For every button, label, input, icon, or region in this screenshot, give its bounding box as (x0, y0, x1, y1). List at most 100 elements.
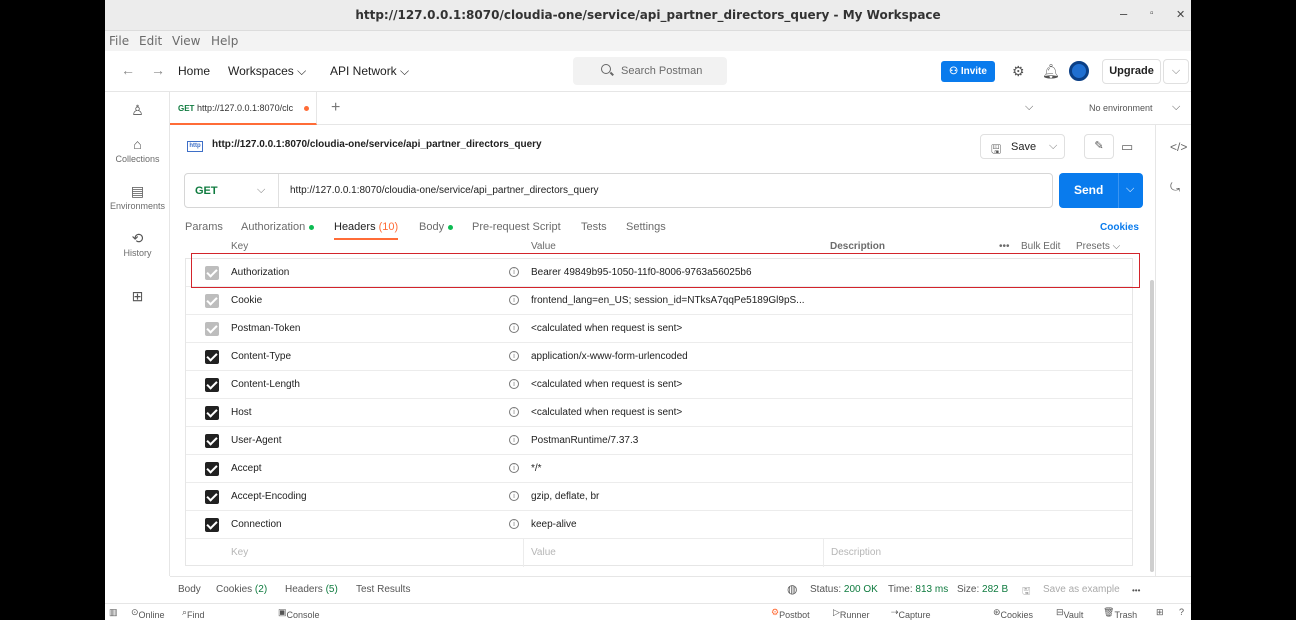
menu-help[interactable]: Help (211, 34, 238, 48)
online-status[interactable]: ⊙ Online (131, 607, 165, 620)
back-arrow-icon[interactable]: ← (121, 62, 135, 78)
invite-button[interactable]: ⚇ Invite (941, 61, 995, 82)
method-chevron-down-icon[interactable]: ⌵ (257, 184, 265, 197)
tabs-chevron-down-icon[interactable]: ⌵ (1025, 101, 1033, 114)
find-replace[interactable]: ⌕ Find and replace (182, 607, 205, 620)
info-icon[interactable]: i (509, 295, 519, 305)
more-options-icon[interactable]: ••• (999, 241, 1010, 252)
cookies-status[interactable]: ⊛ Cookies (993, 607, 1033, 620)
cookies-link[interactable]: Cookies (1100, 222, 1139, 233)
tab-headers[interactable]: Headers (10) (334, 221, 398, 233)
nav-home[interactable]: Home (178, 64, 210, 78)
response-tab-body[interactable]: Body (178, 584, 201, 595)
sidebar-item-environments[interactable]: ▤ Environments (105, 183, 170, 211)
info-icon[interactable]: i (509, 491, 519, 501)
send-button[interactable]: Send ⌵ (1059, 173, 1143, 208)
header-checkbox[interactable] (205, 518, 219, 532)
info-icon[interactable]: i (509, 323, 519, 333)
postbot[interactable]: ⚙ Postbot (771, 607, 810, 620)
header-key[interactable]: Content-Length (231, 379, 300, 390)
request-name[interactable]: http://127.0.0.1:8070/cloudia-one/servic… (212, 139, 542, 150)
menu-file[interactable]: File (109, 34, 129, 48)
header-checkbox[interactable] (205, 350, 219, 364)
response-tab-test-results[interactable]: Test Results (356, 584, 410, 595)
scrollbar[interactable] (1150, 280, 1154, 572)
info-icon[interactable]: i (509, 407, 519, 417)
header-checkbox[interactable] (205, 378, 219, 392)
method-select[interactable]: GET (195, 185, 218, 197)
header-value[interactable]: <calculated when request is sent> (531, 407, 682, 418)
info-icon[interactable]: i (509, 379, 519, 389)
header-key[interactable]: Host (231, 407, 252, 418)
bulk-edit-link[interactable]: Bulk Edit (1021, 241, 1060, 252)
menu-edit[interactable]: Edit (139, 34, 162, 48)
help-icon[interactable]: ? (1179, 607, 1184, 617)
upgrade-button[interactable]: Upgrade (1102, 59, 1161, 84)
save-as-example-button[interactable]: Save as example (1043, 584, 1120, 595)
header-key[interactable]: Connection (231, 519, 282, 530)
header-value[interactable]: application/x-www-form-urlencoded (531, 351, 688, 362)
tab-settings[interactable]: Settings (626, 221, 666, 233)
minimize-button[interactable]: – (1120, 6, 1127, 21)
header-value[interactable]: PostmanRuntime/7.37.3 (531, 435, 638, 446)
response-more-icon[interactable]: ••• (1132, 586, 1140, 595)
forward-arrow-icon[interactable]: → (151, 62, 165, 78)
runner[interactable]: ▷ Runner (833, 607, 869, 620)
vault[interactable]: ⊟ Vault (1056, 607, 1083, 620)
notifications-bell-icon[interactable]: 🔔︎ (1042, 63, 1060, 80)
header-value[interactable]: keep-alive (531, 519, 577, 530)
code-snippet-icon[interactable]: </> (1170, 140, 1187, 154)
sidebar-item-profile[interactable]: ♙ (105, 102, 170, 120)
sidebar-item-history[interactable]: ⟲ History (105, 230, 170, 258)
header-checkbox[interactable] (205, 294, 219, 308)
new-key-input[interactable]: Key (231, 547, 248, 558)
close-button[interactable]: ✕ (1176, 8, 1185, 21)
tab-prerequest-script[interactable]: Pre-request Script (472, 221, 561, 233)
menu-view[interactable]: View (172, 34, 200, 48)
new-description-input[interactable]: Description (831, 547, 881, 558)
header-checkbox[interactable] (205, 322, 219, 336)
maximize-button[interactable]: ▫ (1150, 8, 1154, 19)
environment-selector[interactable]: No environment (1089, 103, 1153, 113)
header-value[interactable]: <calculated when request is sent> (531, 379, 682, 390)
header-value[interactable]: frontend_lang=en_US; session_id=NTksA7qq… (531, 295, 805, 306)
info-icon[interactable]: i (509, 435, 519, 445)
tab-body[interactable]: Body (419, 221, 454, 233)
info-icon[interactable]: i (509, 519, 519, 529)
response-tab-headers[interactable]: Headers (5) (285, 584, 338, 595)
header-checkbox[interactable] (205, 490, 219, 504)
layout-icon[interactable]: ⊞ (1156, 607, 1164, 618)
sidebar-item-apps[interactable]: ⊞ (105, 288, 170, 306)
sidebar-item-collections[interactable]: ⌂ Collections (105, 136, 170, 164)
header-key[interactable]: Accept-Encoding (231, 491, 307, 502)
header-value[interactable]: */* (531, 463, 542, 474)
header-checkbox[interactable] (205, 434, 219, 448)
new-tab-plus-icon[interactable]: + (331, 99, 340, 117)
header-checkbox[interactable] (205, 406, 219, 420)
tab-params[interactable]: Params (185, 221, 223, 233)
header-key[interactable]: Content-Type (231, 351, 291, 362)
edit-pencil-icon[interactable]: ✎ (1084, 134, 1114, 159)
upgrade-chevron-down-icon[interactable]: ⌵ (1163, 59, 1189, 84)
request-tab[interactable]: GET http://127.0.0.1:8070/clc (170, 92, 317, 125)
header-checkbox[interactable] (205, 462, 219, 476)
header-value[interactable]: <calculated when request is sent> (531, 323, 682, 334)
header-key[interactable]: Postman-Token (231, 323, 300, 334)
console[interactable]: ▣ Console (278, 607, 320, 620)
toggle-sidebar-icon[interactable]: ▥ (109, 607, 118, 618)
header-key[interactable]: Cookie (231, 295, 262, 306)
nav-workspaces[interactable]: Workspaces ⌵ (228, 64, 306, 79)
settings-gear-icon[interactable]: ⚙ (1012, 63, 1025, 80)
avatar[interactable] (1069, 61, 1089, 81)
info-icon[interactable]: i (509, 351, 519, 361)
info-icon[interactable]: i (509, 463, 519, 473)
trash[interactable]: 🗑︎ Trash (1103, 607, 1137, 620)
header-value[interactable]: gzip, deflate, br (531, 491, 599, 502)
save-button[interactable]: 🖫 Save ⌵ (980, 134, 1065, 159)
header-key[interactable]: Accept (231, 463, 262, 474)
environment-chevron-down-icon[interactable]: ⌵ (1172, 101, 1180, 114)
capture-requests[interactable]: ⇢ Capture requests (891, 607, 931, 620)
url-input[interactable]: http://127.0.0.1:8070/cloudia-one/servic… (290, 185, 599, 196)
comments-icon[interactable]: ▭ (1121, 139, 1133, 155)
send-chevron-down-icon[interactable]: ⌵ (1126, 183, 1134, 196)
